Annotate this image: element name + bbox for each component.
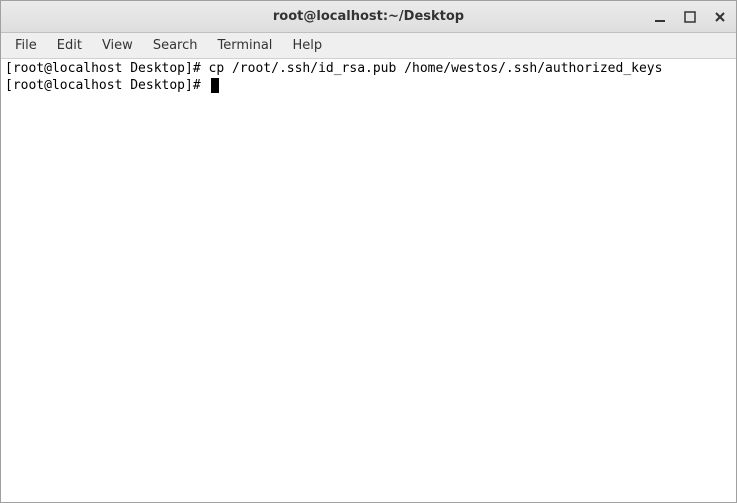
terminal-line: [root@localhost Desktop]# — [5, 78, 732, 95]
menu-view[interactable]: View — [92, 35, 143, 56]
cursor-icon — [211, 78, 219, 93]
menu-search[interactable]: Search — [143, 35, 208, 56]
menu-edit[interactable]: Edit — [47, 35, 92, 56]
maximize-button[interactable] — [682, 9, 698, 25]
menu-file[interactable]: File — [5, 35, 47, 56]
menu-help[interactable]: Help — [282, 35, 332, 56]
minimize-button[interactable] — [652, 9, 668, 25]
command-text: cp /root/.ssh/id_rsa.pub /home/westos/.s… — [209, 61, 663, 76]
terminal-content[interactable]: [root@localhost Desktop]# cp /root/.ssh/… — [1, 59, 736, 502]
prompt: [root@localhost Desktop]# — [5, 61, 209, 76]
titlebar: root@localhost:~/Desktop — [1, 1, 736, 33]
window-title: root@localhost:~/Desktop — [273, 9, 464, 24]
menu-terminal[interactable]: Terminal — [207, 35, 282, 56]
close-button[interactable] — [712, 9, 728, 25]
window-controls — [652, 9, 728, 25]
menubar: File Edit View Search Terminal Help — [1, 33, 736, 59]
prompt: [root@localhost Desktop]# — [5, 78, 209, 93]
terminal-window: root@localhost:~/Desktop File Edit View … — [0, 0, 737, 503]
terminal-line: [root@localhost Desktop]# cp /root/.ssh/… — [5, 61, 732, 78]
